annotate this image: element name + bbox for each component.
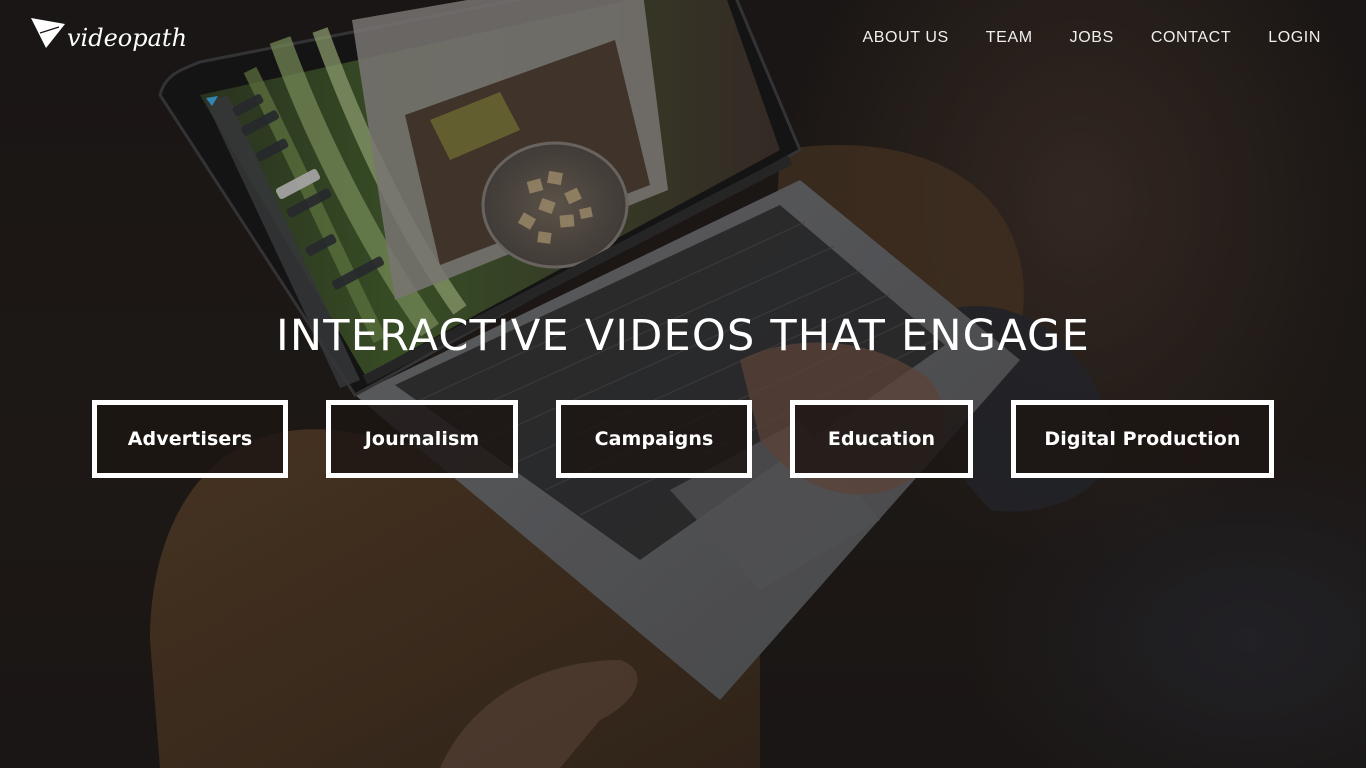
main-nav: ABOUT US TEAM JOBS CONTACT LOGIN [825,29,1321,47]
segment-label: Advertisers [127,428,253,450]
dark-overlay [0,0,1366,768]
segment-label: Education [827,428,936,450]
nav-about-us[interactable]: ABOUT US [862,29,948,47]
nav-login[interactable]: LOGIN [1268,29,1321,47]
segment-advertisers-button[interactable]: Advertisers [92,400,288,478]
segment-buttons: Advertisers Journalism Campaigns Educati… [0,400,1366,478]
segment-label: Digital Production [1044,428,1241,450]
hero-stage: videopath ABOUT US TEAM JOBS CONTACT LOG… [0,0,1366,768]
nav-jobs[interactable]: JOBS [1070,29,1114,47]
background-photo [0,0,1366,768]
nav-team[interactable]: TEAM [986,29,1033,47]
hero-headline: INTERACTIVE VIDEOS THAT ENGAGE [276,311,1090,361]
segment-journalism-button[interactable]: Journalism [326,400,518,478]
nav-contact[interactable]: CONTACT [1151,29,1231,47]
segment-label: Campaigns [594,428,714,450]
segment-education-button[interactable]: Education [790,400,973,478]
brand-logo[interactable]: videopath [30,17,188,52]
brand-name: videopath [67,24,188,52]
segment-digital-production-button[interactable]: Digital Production [1011,400,1274,478]
segment-label: Journalism [364,428,480,450]
segment-campaigns-button[interactable]: Campaigns [556,400,752,478]
paper-plane-chevron-icon [31,18,65,48]
